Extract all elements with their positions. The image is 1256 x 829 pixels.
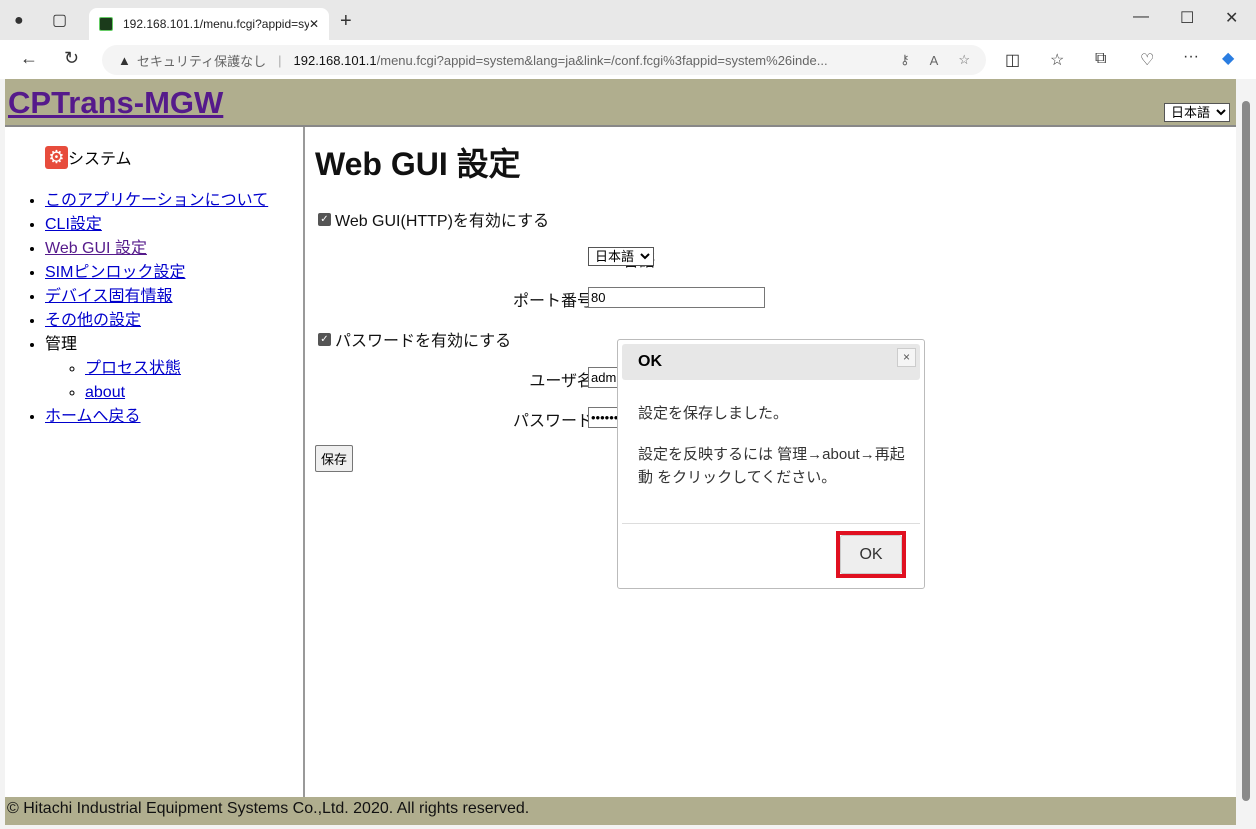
close-tab-icon[interactable]: ✕ — [309, 17, 319, 31]
collections-icon[interactable]: ⧉ — [1095, 50, 1106, 68]
reload-icon[interactable]: ↻ — [64, 48, 79, 69]
sidebar-item-about[interactable]: about — [85, 384, 125, 401]
sidebar-item-web-gui[interactable]: Web GUI 設定 — [45, 240, 147, 257]
sidebar: ⚙システム このアプリケーションについて CLI設定 Web GUI 設定 SI… — [5, 127, 305, 797]
tab-bar: ● ▢ 192.168.101.1/menu.fcgi?appid=system… — [0, 0, 1256, 40]
key-icon[interactable]: ⚷ — [900, 52, 910, 68]
sidebar-item-home[interactable]: ホームへ戻る — [45, 408, 141, 425]
sidebar-admin-label: 管理 — [45, 336, 78, 353]
minimize-icon[interactable]: — — [1133, 8, 1149, 26]
sidebar-item-sim-pinlock[interactable]: SIMピンロック設定 — [45, 264, 185, 281]
page-title: Web GUI 設定 — [315, 146, 521, 182]
sidebar-section-title: システム — [68, 151, 132, 168]
app-title-link[interactable]: CPTrans-MGW — [8, 85, 223, 121]
enable-http-checkbox[interactable]: ✓ — [318, 212, 331, 226]
sidebar-item-process[interactable]: プロセス状態 — [85, 360, 181, 377]
maximize-icon[interactable]: ☐ — [1180, 8, 1194, 28]
new-tab-icon[interactable]: + — [340, 10, 352, 33]
sidebar-item-about-app[interactable]: このアプリケーションについて — [45, 192, 268, 209]
dialog-title: OK — [622, 344, 920, 380]
warning-icon: ▲ — [118, 52, 131, 68]
profile-icon[interactable]: ● — [14, 12, 24, 30]
favorites-icon[interactable]: ☆ — [1050, 50, 1064, 70]
scrollbar[interactable] — [1238, 79, 1256, 825]
scrollbar-thumb[interactable] — [1242, 101, 1250, 801]
star-icon[interactable]: ☆ — [958, 52, 970, 68]
address-bar[interactable]: ▲ セキュリティ保護なし | 192.168.101.1 /menu.fcgi?… — [102, 45, 986, 75]
footer: © Hitachi Industrial Equipment Systems C… — [5, 797, 1236, 825]
header: CPTrans-MGW 日本語 — [5, 79, 1236, 127]
dialog-message: 設定を保存しました。 — [638, 405, 789, 422]
sidebar-item-device-info[interactable]: デバイス固有情報 — [45, 288, 173, 305]
read-aloud-icon[interactable]: A — [930, 53, 939, 68]
split-screen-icon[interactable]: ◫ — [1005, 50, 1020, 70]
dialog-divider — [622, 523, 920, 524]
save-dialog: OK × 設定を保存しました。設定を反映するには 管理→about→再起動 をク… — [617, 339, 925, 589]
sidebar-item-other[interactable]: その他の設定 — [45, 312, 141, 329]
more-icon[interactable]: ··· — [1183, 48, 1199, 66]
tab-actions-icon[interactable]: ▢ — [52, 10, 67, 30]
language-select[interactable]: 日本語 — [1164, 103, 1230, 122]
dialog-close-button[interactable]: × — [897, 348, 916, 367]
port-input[interactable] — [588, 287, 765, 308]
save-button[interactable]: 保存 — [315, 445, 354, 472]
gear-icon: ⚙ — [45, 145, 68, 169]
ok-button[interactable]: OK — [840, 535, 902, 574]
performance-icon[interactable]: ♡ — [1140, 50, 1154, 70]
favicon-icon — [99, 17, 113, 31]
back-icon[interactable]: ← — [20, 48, 38, 69]
enable-password-checkbox[interactable]: ✓ — [318, 332, 331, 346]
close-window-icon[interactable]: ✕ — [1225, 8, 1238, 28]
sidebar-item-cli[interactable]: CLI設定 — [45, 216, 102, 233]
copilot-icon[interactable]: ◆ — [1222, 48, 1234, 68]
ok-highlight: OK — [836, 531, 906, 578]
dialog-instruction: 設定を反映するには 管理→about→再起動 をクリックしてください。 — [638, 446, 905, 486]
browser-tab[interactable]: 192.168.101.1/menu.fcgi?appid=system&lan… — [89, 8, 329, 40]
gui-language-select[interactable]: 日本語 — [588, 247, 654, 266]
